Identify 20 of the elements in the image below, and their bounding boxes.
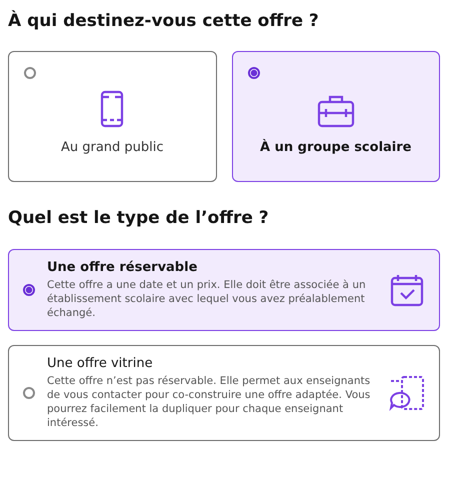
option-label: Au grand public bbox=[60, 140, 164, 155]
section-title: À qui destinez-vous cette offre ? bbox=[8, 10, 320, 32]
offer-type-option[interactable] bbox=[8, 345, 440, 441]
phone-icon bbox=[100, 90, 124, 128]
calendar-check-icon bbox=[389, 273, 425, 307]
option-label: Une offre réservable bbox=[47, 260, 198, 275]
option-description: Cette offre n’est pas réservable. Elle permet aux enseignants de vous contacter pour co-construire une offre adaptée. Vous pourrez facilement la dupliquer pour chaque enseignant intéressé. bbox=[47, 374, 372, 430]
radio-button[interactable] bbox=[23, 284, 35, 296]
chat-bubble-icon bbox=[389, 375, 425, 411]
audience-option[interactable]: À un groupe scolaire bbox=[232, 51, 440, 182]
option-label: À un groupe scolaire bbox=[260, 140, 412, 155]
option-label: Une offre vitrine bbox=[47, 356, 154, 371]
section-title: Quel est le type de l’offre ? bbox=[8, 207, 270, 229]
radio-button[interactable] bbox=[23, 387, 35, 399]
radio-button[interactable] bbox=[248, 67, 260, 79]
briefcase-icon bbox=[316, 94, 355, 128]
option-description: Cette offre a une date et un prix. Elle doit être associée à un établissement scolaire avec lequel vous avez préalablement échangé. bbox=[47, 278, 367, 320]
audience-option[interactable]: Au grand public bbox=[8, 51, 216, 182]
radio-button[interactable] bbox=[24, 67, 36, 79]
offer-type-option[interactable]: Une offre réservable Cette offre a une date et un prix. Elle doit être associée à un établissement scolaire avec lequel vous avez préalablement échangé. bbox=[8, 249, 440, 331]
